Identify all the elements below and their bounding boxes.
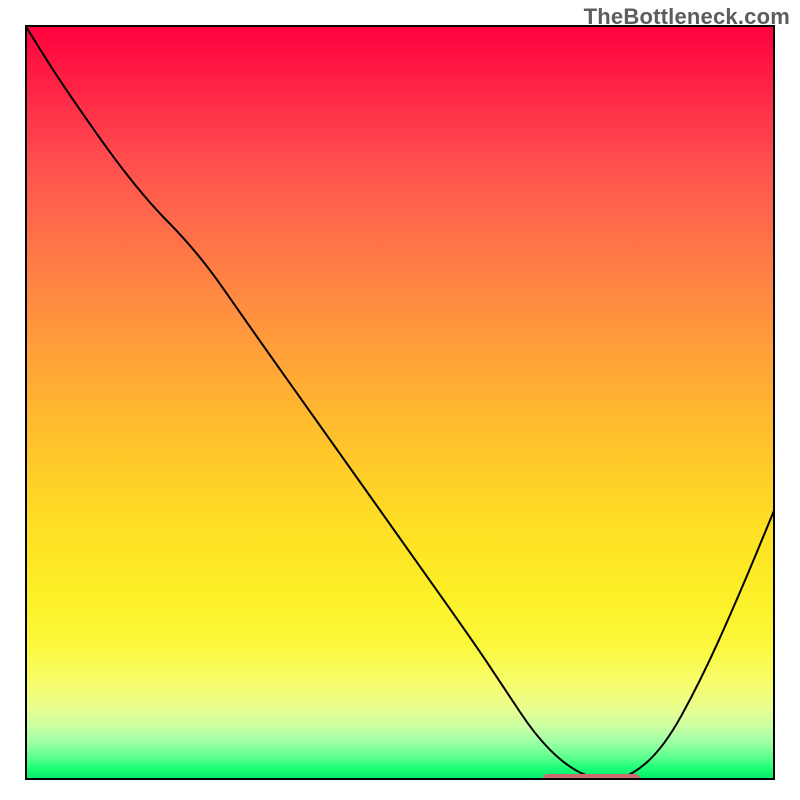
plot-area — [25, 25, 775, 780]
bottleneck-curve-svg — [25, 25, 775, 780]
bottleneck-curve-line — [25, 25, 775, 780]
optimal-range-marker — [543, 774, 641, 780]
chart-stage: TheBottleneck.com — [0, 0, 800, 800]
